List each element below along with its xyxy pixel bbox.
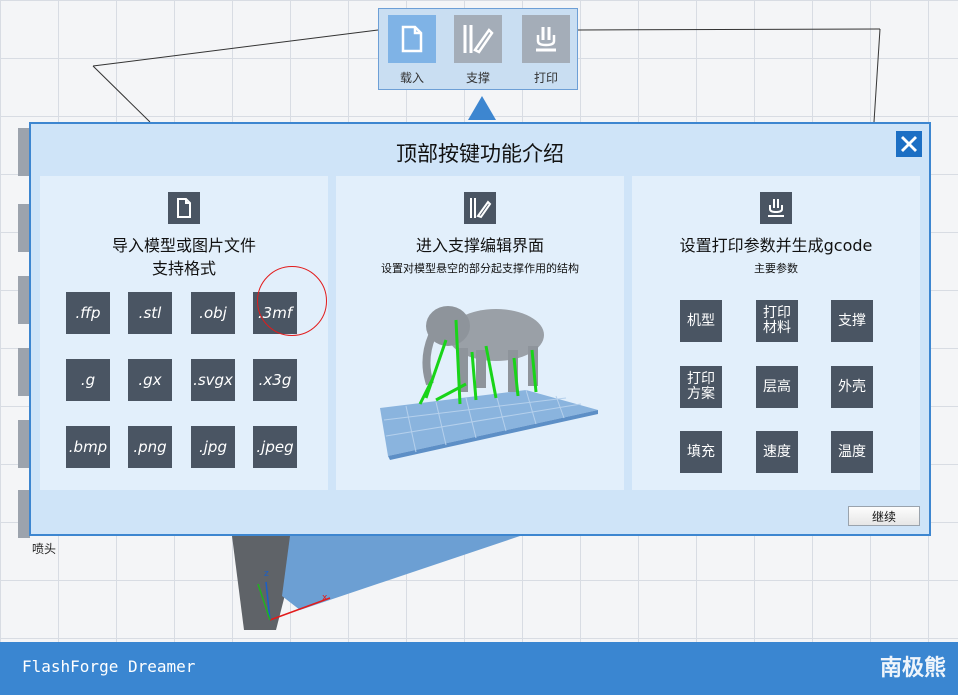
support-button[interactable]: 支撑	[453, 15, 503, 86]
format-tile: .svgx	[191, 359, 235, 401]
support-panel-title: 进入支撑编辑界面	[415, 236, 544, 255]
print-panel-title: 设置打印参数并生成gcode	[679, 236, 873, 255]
format-tile: .png	[128, 426, 172, 468]
param-tile: 支撑	[831, 300, 873, 342]
format-tile: .obj	[191, 292, 235, 334]
param-tile: 温度	[831, 431, 873, 473]
param-tile: 速度	[756, 431, 798, 473]
close-button[interactable]	[896, 131, 922, 157]
file-load-icon	[388, 15, 436, 63]
highlight-circle	[257, 266, 327, 336]
param-tile: 打印 方案	[680, 366, 722, 408]
format-tile: .g	[66, 359, 110, 401]
format-tile: .bmp	[66, 426, 110, 468]
format-tile: .jpg	[191, 426, 235, 468]
format-tile: .jpeg	[253, 426, 297, 468]
import-title-line1: 导入模型或图片文件	[111, 236, 256, 255]
print-button[interactable]: 打印	[521, 15, 571, 86]
format-tile: .stl	[128, 292, 172, 334]
support-panel: 进入支撑编辑界面 设置对模型悬空的部分起支撑作用的结构	[336, 176, 624, 490]
support-pen-icon	[454, 15, 502, 63]
print-icon	[522, 15, 570, 63]
format-tile: .ffp	[66, 292, 110, 334]
z-axis-label: z	[264, 569, 269, 579]
x-axis-label: x	[322, 593, 328, 603]
import-panel: 导入模型或图片文件 支持格式 .ffp .stl .obj .3mf .g .g…	[40, 176, 328, 490]
format-tile: .gx	[128, 359, 172, 401]
file-load-icon	[168, 192, 200, 224]
dialog-pointer	[468, 96, 496, 120]
intro-dialog: 顶部按键功能介绍 导入模型或图片文件 支持格式 .ffp .stl .obj .…	[29, 122, 931, 536]
param-tile: 机型	[680, 300, 722, 342]
print-icon	[760, 192, 792, 224]
print-panel-subtitle: 主要参数	[754, 262, 798, 275]
print-panel: 设置打印参数并生成gcode 主要参数 机型 打印 材料 支撑 打印 方案 层高…	[632, 176, 920, 490]
support-panel-subtitle: 设置对模型悬空的部分起支撑作用的结构	[381, 262, 579, 275]
status-bar: FlashForge Dreamer 南极熊	[0, 642, 958, 695]
dialog-title: 顶部按键功能介绍	[396, 142, 564, 166]
load-button-label: 载入	[399, 71, 424, 85]
format-tile: .x3g	[253, 359, 297, 401]
load-button[interactable]: 载入	[387, 15, 437, 86]
elephant-support-illustration	[380, 306, 598, 460]
top-toolbar: 载入 支撑 打印	[378, 8, 578, 90]
app-name: FlashForge Dreamer	[22, 657, 196, 676]
print-button-label: 打印	[533, 71, 558, 85]
param-tile: 外壳	[831, 366, 873, 408]
continue-button[interactable]: 继续	[848, 506, 920, 526]
close-icon	[901, 136, 917, 152]
support-pen-icon	[464, 192, 496, 224]
support-button-label: 支撑	[465, 71, 490, 85]
param-tile: 打印 材料	[756, 300, 798, 342]
nozzle-label: 喷头	[32, 542, 57, 556]
param-tile: 填充	[680, 431, 722, 473]
watermark: 南极熊	[879, 656, 946, 681]
param-tile: 层高	[756, 366, 798, 408]
